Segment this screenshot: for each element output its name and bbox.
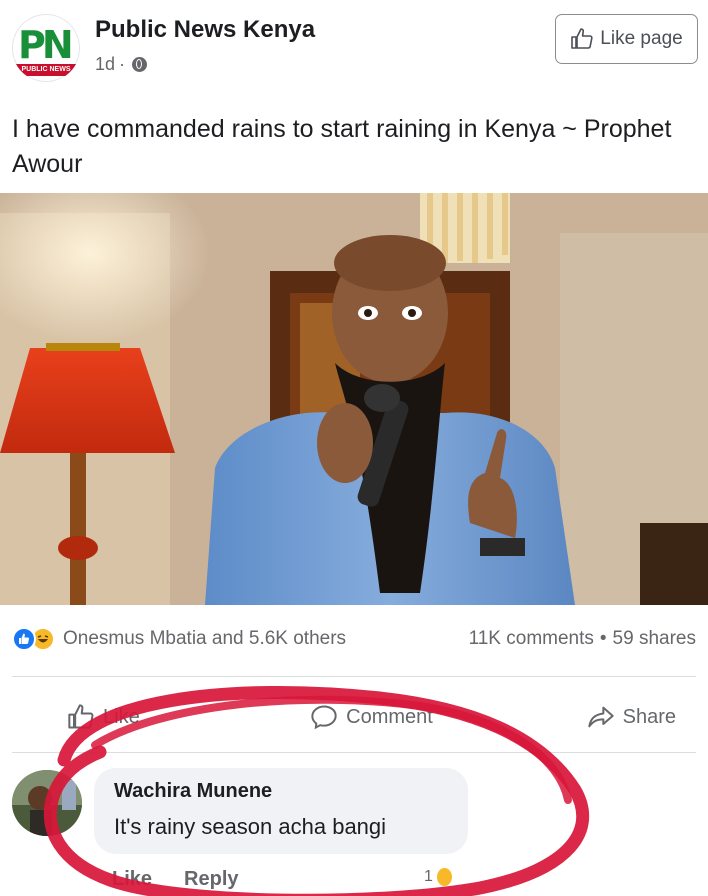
- post-meta: 1d ·: [95, 54, 148, 75]
- comment-reply-button[interactable]: Reply: [184, 868, 238, 891]
- comment-icon: [311, 705, 337, 730]
- avatar-image: [12, 770, 82, 836]
- like-button[interactable]: Like: [12, 703, 270, 731]
- share-label: Share: [622, 705, 676, 728]
- like-page-button[interactable]: Like page: [555, 14, 698, 64]
- post-photo[interactable]: [0, 193, 708, 605]
- comment-reaction[interactable]: 1: [424, 862, 454, 892]
- comments-count[interactable]: 11K comments: [469, 628, 594, 650]
- like-label: Like: [103, 705, 140, 728]
- reactions-bar: Onesmus Mbatia and 5.6K others 11K comme…: [12, 622, 702, 656]
- like-reaction-icon: [12, 627, 36, 651]
- comment-text: It's rainy season acha bangi: [114, 814, 387, 839]
- globe-icon: [132, 57, 148, 72]
- commenter-avatar[interactable]: [12, 770, 82, 836]
- post-time[interactable]: 1d: [95, 54, 115, 75]
- meta-separator: ·: [119, 54, 126, 74]
- reaction-icons[interactable]: [12, 627, 55, 651]
- page-name-link[interactable]: Public News Kenya: [95, 16, 315, 44]
- photo-scene: [0, 193, 708, 605]
- avatar-logo: PN: [18, 23, 74, 67]
- avatar-ribbon: PUBLIC NEWS: [14, 64, 78, 76]
- divider-bottom: [12, 752, 696, 753]
- divider-top: [12, 676, 696, 677]
- reaction-stats: 11K comments • 59 shares: [469, 628, 696, 650]
- comment-reaction-count: 1: [424, 868, 433, 885]
- comment-like-button[interactable]: Like: [112, 868, 152, 891]
- post-actions: Like Comment Share: [12, 694, 696, 740]
- share-icon: [587, 706, 614, 728]
- share-button[interactable]: Share: [473, 703, 696, 731]
- comment-actions: Like Reply: [112, 868, 239, 891]
- comment-bubble: Wachira Munene It's rainy season acha ba…: [94, 768, 468, 854]
- post-header: PN PUBLIC NEWS Public News Kenya 1d · Li…: [0, 0, 708, 100]
- haha-reaction-icon: [434, 866, 454, 888]
- comment-label: Comment: [346, 705, 433, 728]
- thumbs-up-icon: [571, 28, 593, 49]
- comment-button[interactable]: Comment: [270, 703, 473, 731]
- reaction-names[interactable]: Onesmus Mbatia and 5.6K others: [63, 628, 469, 650]
- stats-dot: •: [599, 628, 607, 649]
- post-text: I have commanded rains to start raining …: [12, 115, 672, 178]
- page-avatar[interactable]: PN PUBLIC NEWS: [12, 14, 80, 82]
- shares-count[interactable]: 59 shares: [613, 628, 696, 650]
- comment-author[interactable]: Wachira Munene: [114, 780, 272, 803]
- thumbs-up-icon: [68, 704, 94, 729]
- like-page-label: Like page: [600, 28, 683, 49]
